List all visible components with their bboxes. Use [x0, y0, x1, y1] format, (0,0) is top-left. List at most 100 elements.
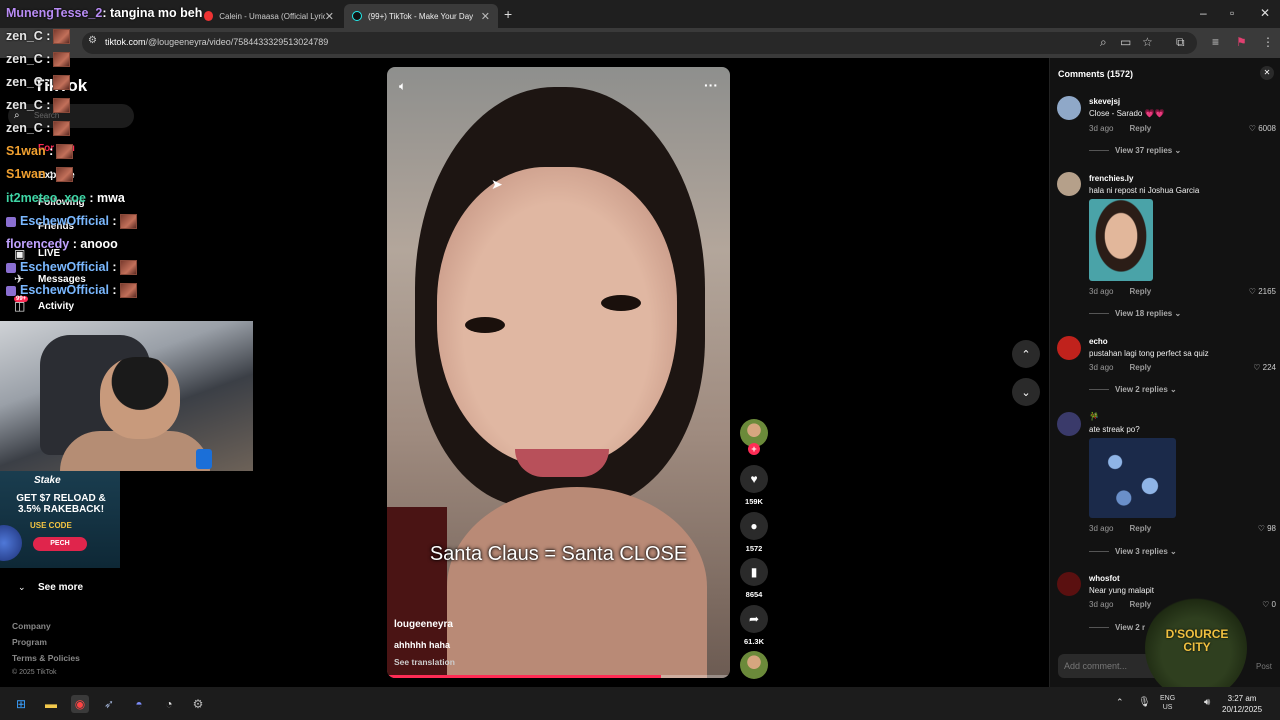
view-replies-link[interactable]: View 37 replies ⌄ — [1089, 146, 1181, 155]
follow-plus-icon[interactable]: + — [748, 443, 760, 455]
comment-like-count: 2165 — [1258, 287, 1276, 296]
comment-text: Near yung malapit — [1089, 586, 1154, 595]
discord-icon[interactable]: ◓ — [130, 695, 148, 713]
tray-chevron-icon[interactable]: ⌃ — [1116, 697, 1124, 708]
reply-link[interactable]: Reply — [1129, 124, 1151, 133]
minimize-icon[interactable]: – — [1200, 6, 1207, 20]
comment-user[interactable]: skevejsj — [1089, 97, 1120, 106]
comment-time: 3d ago — [1089, 363, 1114, 372]
chat-message: : — [45, 144, 54, 158]
sidebar-item-activity[interactable]: Activity — [38, 301, 74, 312]
comment-avatar[interactable] — [1057, 172, 1081, 196]
sound-disc-avatar[interactable] — [740, 651, 768, 679]
comment-text: pustahan lagi tong perfect sa quiz — [1089, 349, 1209, 358]
ad-code: PECH — [33, 537, 87, 551]
reply-link[interactable]: Reply — [1129, 600, 1151, 609]
menu-icon[interactable]: ⋮ — [1262, 35, 1274, 49]
view-replies-link[interactable]: View 3 replies ⌄ — [1089, 547, 1177, 556]
volume-tray-icon[interactable]: 🔊︎ — [1204, 697, 1210, 708]
mouse-cursor: ➤ — [491, 176, 503, 192]
tab-calein[interactable]: Calein - Umaasa (Official Lyric V ✕ — [196, 4, 342, 28]
reply-link[interactable]: Reply — [1129, 363, 1151, 372]
close-tab-icon[interactable]: ✕ — [481, 10, 490, 23]
language-indicator[interactable]: ENG US — [1160, 694, 1175, 712]
chat-line: S1wan : — [6, 144, 74, 160]
close-comments-icon[interactable]: ✕ — [1260, 66, 1274, 80]
view-replies-label: View 18 replies — [1115, 309, 1173, 318]
footer-company[interactable]: Company — [12, 621, 51, 631]
ad-ball-graphic — [0, 525, 22, 561]
save-button[interactable]: ▮ — [740, 558, 768, 586]
view-replies-link[interactable]: View 2 r — [1089, 623, 1145, 632]
chat-username: S1wan — [6, 167, 46, 181]
comment-button[interactable]: ● — [740, 512, 768, 540]
cast-icon[interactable]: ▭ — [1120, 35, 1131, 49]
more-options-icon[interactable]: ··· — [704, 77, 718, 93]
share-button[interactable]: ➦ — [740, 605, 768, 633]
tab-tiktok[interactable]: (99+) TikTok - Make Your Day ✕ — [344, 4, 498, 28]
comment-icon: ● — [750, 519, 758, 533]
video-description: ahhhhh haha — [394, 640, 450, 650]
chrome-icon[interactable]: ◉ — [71, 695, 89, 713]
media-icon[interactable]: ≡ — [1212, 35, 1219, 49]
settings-icon[interactable]: ⚙ — [189, 695, 207, 713]
comment-like[interactable]: ♡ 6008 — [1249, 124, 1276, 133]
reply-link[interactable]: Reply — [1129, 287, 1151, 296]
comment-image[interactable] — [1089, 199, 1153, 281]
obs-icon[interactable]: ◔ — [160, 695, 178, 713]
chat-emote-icon — [53, 29, 71, 45]
zoom-icon[interactable]: ⌕ — [1100, 35, 1107, 50]
system-clock[interactable]: 3:27 am 20/12/2025 — [1222, 693, 1262, 715]
see-more-link[interactable]: See more — [38, 582, 83, 593]
profile-icon[interactable]: ⚑ — [1236, 35, 1247, 49]
footer-terms[interactable]: Terms & Policies — [12, 653, 80, 663]
new-tab-icon[interactable]: + — [504, 6, 512, 22]
extensions-icon[interactable]: ⧉ — [1176, 35, 1185, 50]
chat-line: EschewOfficial : — [6, 214, 137, 230]
close-window-icon[interactable]: ✕ — [1260, 6, 1270, 20]
video-progress-bar[interactable] — [387, 675, 730, 678]
volume-icon[interactable]: 🔈︎ — [399, 79, 406, 94]
comment-avatar[interactable] — [1057, 572, 1081, 596]
view-replies-link[interactable]: View 2 replies ⌄ — [1089, 385, 1177, 394]
windows-start-icon[interactable]: ⊞ — [12, 695, 30, 713]
comment-like[interactable]: ♡ 2165 — [1249, 287, 1276, 296]
url-path: /@lougeeneyra/video/7584433329513024789 — [145, 37, 329, 47]
reply-link[interactable]: Reply — [1129, 524, 1151, 533]
bookmark-icon: ▮ — [750, 565, 758, 579]
maximize-icon[interactable]: ▫ — [1230, 6, 1234, 20]
post-button[interactable]: Post — [1256, 662, 1272, 671]
chat-username: EschewOfficial — [20, 214, 109, 228]
video-author[interactable]: lougeeneyra — [394, 619, 453, 630]
comment-like[interactable]: ♡ 224 — [1253, 363, 1276, 372]
comment-meta: 3d ago Reply — [1089, 600, 1151, 609]
comment-user[interactable]: echo — [1089, 337, 1108, 346]
clock-time: 3:27 am — [1227, 694, 1257, 703]
chat-line: it2meteo_xoe : mwa — [6, 191, 125, 205]
video-player[interactable]: 🔈︎ ··· Santa Claus = Santa CLOSE lougeen… — [387, 67, 730, 678]
comment-user[interactable]: frenchies.ly — [1089, 174, 1133, 183]
footer-program[interactable]: Program — [12, 637, 47, 647]
bookmark-star-icon[interactable]: ☆ — [1142, 35, 1153, 49]
next-video-button[interactable]: ⌄ — [1012, 378, 1040, 406]
comment-like[interactable]: ♡ 98 — [1258, 524, 1276, 533]
close-tab-icon[interactable]: ✕ — [325, 10, 334, 23]
like-button[interactable]: ♥ — [740, 465, 768, 493]
share-icon: ➦ — [748, 612, 760, 626]
streamer-webcam — [0, 321, 253, 471]
comment-avatar[interactable] — [1057, 336, 1081, 360]
comment-user[interactable]: whosfot — [1089, 574, 1120, 583]
file-explorer-icon[interactable]: ▬ — [42, 695, 60, 713]
microphone-icon[interactable]: 🎙︎ — [1138, 697, 1151, 708]
comment-image[interactable] — [1089, 438, 1176, 518]
previous-video-button[interactable]: ⌃ — [1012, 340, 1040, 368]
view-replies-link[interactable]: View 18 replies ⌄ — [1089, 309, 1181, 318]
comment-user[interactable]: 🎋 — [1089, 412, 1099, 421]
comment-like[interactable]: ♡ 0 — [1262, 600, 1276, 609]
chat-line: zen_C : — [6, 52, 71, 68]
comment-avatar[interactable] — [1057, 96, 1081, 120]
steam-icon[interactable]: ➶ — [100, 695, 118, 713]
see-translation-link[interactable]: See translation — [394, 657, 455, 667]
comment-avatar[interactable] — [1057, 412, 1081, 436]
site-info-icon[interactable]: ⚙ — [88, 35, 97, 46]
